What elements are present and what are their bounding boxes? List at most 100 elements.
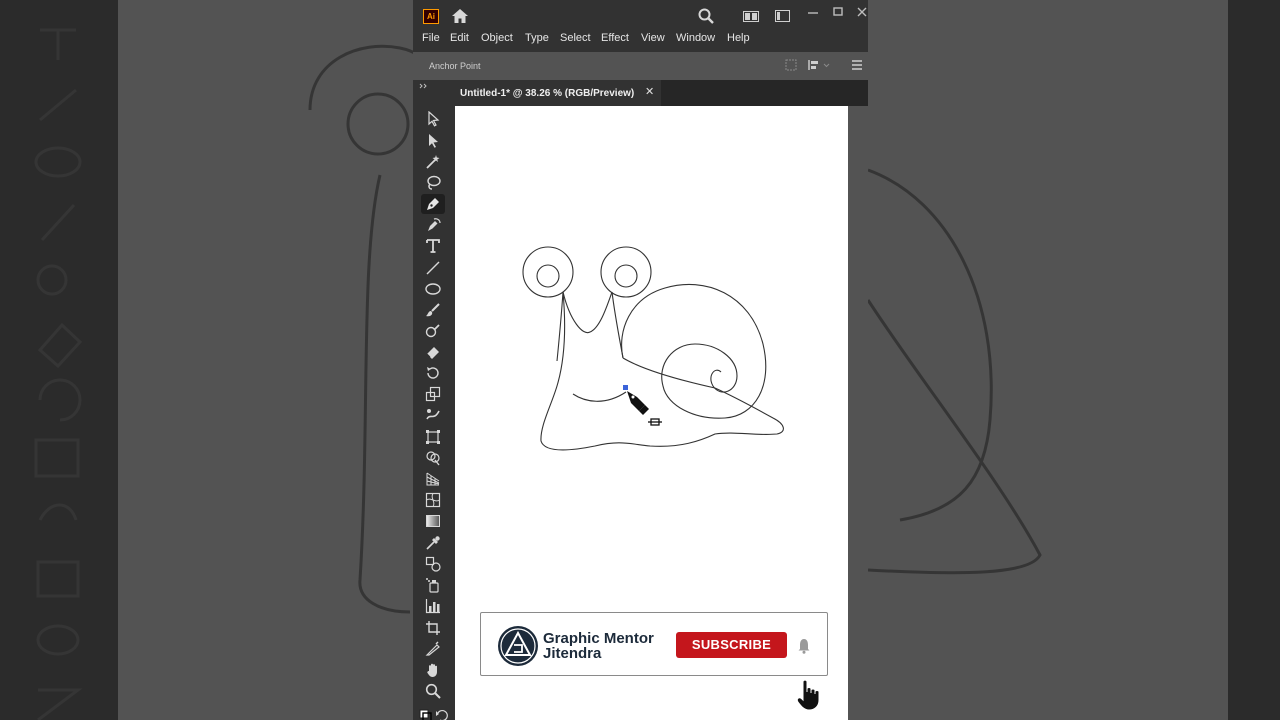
pen-path-in-progress [572, 391, 627, 402]
magic-wand-tool-icon [426, 155, 440, 169]
blend-tool[interactable] [421, 554, 445, 574]
shaper-tool[interactable] [421, 321, 445, 341]
menu-file[interactable]: File [422, 31, 440, 45]
puppet-warp-tool-icon [426, 409, 440, 420]
perspective-grid-tool-icon [426, 472, 440, 486]
control-bar-selection-label: Anchor Point [429, 61, 481, 71]
gradient-tool-icon [426, 515, 440, 527]
scale-tool-icon [425, 386, 441, 402]
rotate-tool-icon [427, 367, 439, 379]
line-tool[interactable] [421, 258, 445, 278]
illustrator-window: Ai File Edit Object Type Select Effect V… [413, 0, 868, 720]
workspace-switcher-icon[interactable] [775, 10, 790, 22]
line-tool-icon [426, 261, 440, 275]
slice-tool-icon [425, 641, 440, 656]
paintbrush-tool[interactable] [421, 300, 445, 320]
hand-tool-icon [427, 663, 437, 677]
snail-left-eye-outer [522, 246, 574, 298]
eyedropper-tool-icon [426, 536, 440, 550]
subscribe-card: Graphic Mentor Jitendra SUBSCRIBE [480, 612, 828, 676]
control-bar: Anchor Point [413, 52, 868, 80]
notification-bell-icon[interactable] [797, 638, 811, 654]
title-bar: Ai [413, 0, 868, 30]
menu-edit[interactable]: Edit [450, 31, 469, 45]
gradient-tool[interactable] [421, 511, 445, 531]
document-tab-bar: Untitled-1* @ 38.26 % (RGB/Preview) ✕ [455, 80, 868, 106]
ellipse-tool[interactable] [421, 279, 445, 299]
document-tab-title: Untitled-1* @ 38.26 % (RGB/Preview) [460, 88, 635, 99]
zoom-tool[interactable] [421, 681, 445, 701]
menu-select[interactable]: Select [560, 31, 591, 45]
direct-selection-tool-icon [429, 134, 438, 148]
artboard-tool-icon [426, 621, 440, 635]
mesh-tool[interactable] [421, 490, 445, 510]
channel-logo [498, 626, 538, 666]
menu-bar: File Edit Object Type Select Effect View… [413, 30, 868, 48]
menu-view[interactable]: View [641, 31, 665, 45]
close-window-icon[interactable] [855, 5, 868, 19]
paintbrush-tool-icon [426, 303, 440, 317]
pen-cursor-icon [627, 391, 662, 426]
symbol-sprayer-tool-icon [426, 578, 439, 593]
menu-window[interactable]: Window [676, 31, 715, 45]
menu-help[interactable]: Help [727, 31, 750, 45]
hand-pointer-cursor-icon [796, 679, 820, 711]
collapse-panel-icon[interactable] [419, 83, 429, 89]
canvas-area[interactable]: Graphic Mentor Jitendra SUBSCRIBE [455, 106, 868, 720]
tools-panel [413, 80, 455, 720]
snail-right-eye-inner [614, 264, 638, 288]
shaper-tool-icon [425, 324, 440, 338]
document-tab[interactable]: Untitled-1* @ 38.26 % (RGB/Preview) ✕ [455, 80, 661, 106]
magic-wand-tool[interactable] [421, 152, 445, 172]
direct-selection-tool[interactable] [421, 131, 445, 151]
menu-object[interactable]: Object [481, 31, 513, 45]
selection-tool[interactable] [421, 109, 445, 129]
free-transform-tool[interactable] [421, 427, 445, 447]
rotate-tool[interactable] [421, 363, 445, 383]
eraser-tool[interactable] [421, 342, 445, 362]
transform-icon[interactable] [785, 59, 797, 71]
arrange-documents-icon[interactable] [743, 11, 759, 22]
menu-type[interactable]: Type [525, 31, 549, 45]
snail-head-outline [562, 291, 613, 334]
ai-logo: Ai [423, 9, 439, 24]
hand-tool[interactable] [421, 660, 445, 680]
close-tab-icon[interactable]: ✕ [645, 86, 654, 99]
search-icon[interactable] [698, 8, 714, 24]
snail-shell-base [622, 357, 716, 389]
graph-tool[interactable] [421, 596, 445, 616]
perspective-grid-tool[interactable] [421, 469, 445, 489]
subscribe-button[interactable]: SUBSCRIBE [676, 632, 787, 658]
snail-neck-line [611, 291, 624, 359]
pen-tool[interactable] [421, 194, 445, 214]
artboard-tool[interactable] [421, 618, 445, 638]
home-icon[interactable] [451, 8, 469, 24]
type-tool[interactable] [421, 236, 445, 256]
symbol-sprayer-tool[interactable] [421, 575, 445, 595]
snail-body-edge [556, 291, 564, 362]
curvature-tool[interactable] [421, 215, 445, 235]
channel-name-line1: Graphic Mentor [543, 630, 654, 647]
snail-right-eye-outer [600, 246, 652, 298]
shape-builder-tool[interactable] [421, 448, 445, 468]
scale-tool[interactable] [421, 384, 445, 404]
eraser-tool-icon [426, 347, 439, 359]
slice-tool[interactable] [421, 639, 445, 659]
maximize-window-icon[interactable] [831, 5, 845, 19]
eyedropper-tool[interactable] [421, 533, 445, 553]
menu-effect[interactable]: Effect [601, 31, 629, 45]
minimize-window-icon[interactable] [806, 5, 820, 19]
artboard[interactable]: Graphic Mentor Jitendra SUBSCRIBE [455, 106, 848, 720]
lasso-tool[interactable] [421, 173, 445, 193]
blend-tool-icon [425, 556, 441, 572]
pen-tool-icon [427, 198, 439, 210]
type-tool-icon [426, 239, 440, 253]
snail-left-eye-inner [536, 264, 560, 288]
align-dropdown-icon[interactable] [807, 59, 831, 71]
puppet-warp-tool[interactable] [421, 405, 445, 425]
free-transform-tool-icon [426, 430, 440, 444]
panel-menu-icon[interactable] [851, 59, 863, 71]
channel-name: Graphic Mentor Jitendra [543, 631, 654, 661]
fill-stroke-swatches-icon[interactable] [419, 708, 449, 720]
selection-tool-icon [428, 111, 440, 127]
